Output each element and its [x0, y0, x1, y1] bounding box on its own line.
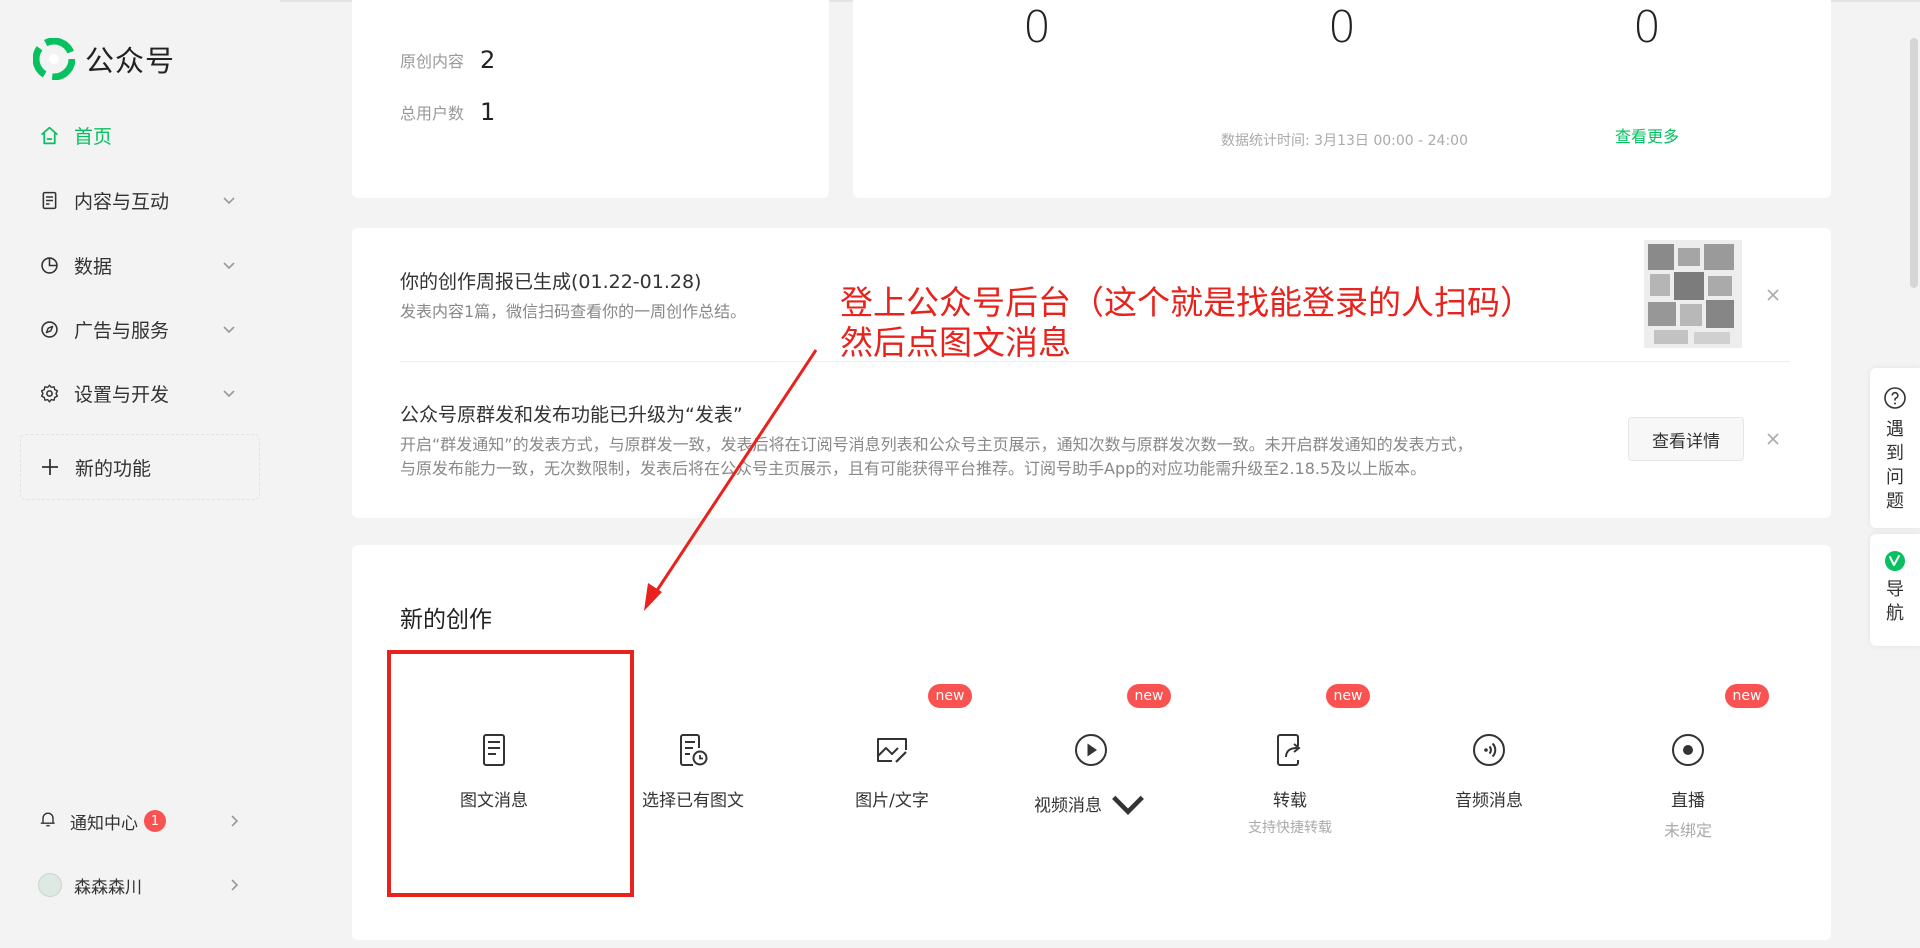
gear-icon — [38, 382, 60, 404]
play-icon — [1075, 734, 1107, 766]
data-overview-card: 0 0 0 数据统计时间: 3月13日 00:00 - 24:00 查看更多 — [853, 0, 1831, 198]
stat-label: 总用户数 — [400, 104, 465, 123]
chevron-down-icon — [223, 390, 235, 398]
sidebar-item-data[interactable]: 数据 — [38, 245, 243, 285]
sidebar-item-label: 内容与互动 — [74, 190, 170, 213]
new-badge: new — [1127, 684, 1171, 708]
create-label-text: 视频消息 — [1034, 796, 1102, 816]
close-icon[interactable] — [1765, 431, 1781, 447]
navigation-panel[interactable]: 导航 — [1870, 534, 1920, 646]
notice-desc: 发表内容1篇，微信扫码查看你的一周创作总结。 — [400, 302, 747, 321]
annotation-arrow — [644, 349, 818, 611]
annotation-highlight-box — [387, 650, 634, 897]
create-audio-button[interactable]: 音频消息 — [1414, 730, 1564, 811]
overview-number: 0 — [1023, 2, 1051, 53]
total-users-stat: 总用户数 1 — [400, 98, 495, 126]
create-label: 选择已有图文 — [642, 791, 744, 811]
new-badge: new — [928, 684, 972, 708]
user-profile[interactable]: 森森森川 — [38, 865, 243, 905]
select-existing-article-button[interactable]: 选择已有图文 — [618, 730, 768, 811]
notice-desc: 开启“群发通知”的发表方式，与原群发一致，发表后将在订阅号消息列表和公众号主页展… — [400, 435, 1473, 454]
sidebar-item-label: 首页 — [74, 125, 113, 148]
wechat-official-logo-icon — [33, 38, 75, 80]
stat-value: 2 — [480, 46, 496, 74]
notification-count-badge: 1 — [144, 810, 166, 832]
chevron-down-icon — [1112, 795, 1144, 815]
stats-time-note: 数据统计时间: 3月13日 00:00 - 24:00 — [1221, 133, 1468, 149]
view-more-link[interactable]: 查看更多 — [1615, 123, 1679, 147]
document-icon — [38, 189, 60, 211]
notice-title: 公众号原群发和发布功能已升级为“发表” — [400, 404, 743, 426]
home-icon — [38, 124, 60, 146]
compass-icon — [38, 318, 60, 340]
app-name: 公众号 — [85, 44, 176, 78]
sidebar-item-home[interactable]: 首页 — [38, 115, 243, 155]
new-function-button[interactable]: 新的功能 — [20, 434, 260, 500]
share-icon — [1277, 734, 1301, 766]
annotation-text: 登上公众号后台（这个就是找能登录的人扫码） 然后点图文消息 — [840, 283, 1533, 363]
avatar — [38, 873, 62, 897]
user-name: 森森森川 — [74, 877, 142, 898]
weekly-report-notice: 你的创作周报已生成(01.22-01.28) 发表内容1篇，微信扫码查看你的一周… — [400, 267, 746, 324]
create-live-button[interactable]: 直播 未绑定 — [1613, 730, 1763, 841]
question-icon — [1884, 387, 1906, 409]
new-function-label: 新的功能 — [75, 457, 152, 480]
chevron-down-icon — [223, 197, 235, 205]
document-clock-icon — [680, 734, 708, 766]
chevron-down-icon — [223, 262, 235, 270]
overview-number: 0 — [1633, 2, 1661, 53]
navigation-icon — [1885, 551, 1905, 571]
qr-code-image — [1644, 240, 1742, 348]
audio-icon — [1473, 734, 1505, 766]
live-icon — [1672, 734, 1704, 766]
sidebar: 公众号 首页 内容与互动 数据 广告与服务 设置与开发 新的功能 通知中心 1 … — [0, 0, 280, 948]
sidebar-item-label: 数据 — [74, 255, 113, 278]
notice-desc: 与原发布能力一致，无次数限制，发表后将在公众号主页展示，且有可能获得平台推荐。订… — [400, 459, 1427, 478]
sidebar-item-content[interactable]: 内容与互动 — [38, 180, 243, 220]
publish-upgrade-notice: 公众号原群发和发布功能已升级为“发表” 开启“群发通知”的发表方式，与原群发一致… — [400, 400, 1550, 481]
section-title: 新的创作 — [400, 607, 492, 633]
annotation-line: 然后点图文消息 — [840, 323, 1071, 362]
annotation-line: 登上公众号后台（这个就是找能登录的人扫码） — [840, 283, 1533, 322]
create-image-text-button[interactable]: 图片/文字 — [817, 730, 967, 811]
create-sublabel: 未绑定 — [1663, 821, 1712, 840]
sidebar-item-label: 广告与服务 — [74, 319, 170, 342]
chevron-right-icon — [231, 815, 239, 827]
app-logo[interactable]: 公众号 — [33, 38, 175, 80]
overview-number: 0 — [1328, 2, 1356, 53]
help-label: 遇到问题 — [1886, 419, 1904, 512]
create-label: 音频消息 — [1455, 791, 1523, 811]
plus-icon — [42, 459, 58, 475]
help-panel[interactable]: 遇到问题 — [1870, 368, 1920, 528]
sidebar-item-settings[interactable]: 设置与开发 — [38, 373, 243, 413]
create-sublabel: 支持快捷转载 — [1248, 820, 1332, 836]
notice-title: 你的创作周报已生成(01.22-01.28) — [400, 271, 702, 293]
stat-label: 原创内容 — [400, 52, 465, 71]
repost-button[interactable]: 转载 支持快捷转载 — [1215, 730, 1365, 837]
bell-icon — [38, 809, 58, 834]
create-label: 图片/文字 — [855, 791, 929, 811]
create-label: 转载 — [1273, 791, 1307, 811]
new-badge: new — [1725, 684, 1769, 708]
notification-center[interactable]: 通知中心 1 — [38, 801, 243, 841]
new-badge: new — [1326, 684, 1370, 708]
create-label: 直播 — [1671, 791, 1705, 811]
original-content-stat: 原创内容 2 — [400, 46, 495, 74]
chevron-down-icon — [223, 326, 235, 334]
navigation-label: 导航 — [1886, 579, 1904, 624]
close-icon[interactable] — [1765, 287, 1781, 303]
create-video-button[interactable]: 视频消息 — [1016, 730, 1166, 826]
sidebar-item-label: 设置与开发 — [74, 383, 170, 406]
chevron-right-icon — [231, 879, 239, 891]
stat-value: 1 — [480, 98, 496, 126]
notification-label: 通知中心 — [70, 813, 138, 834]
create-label: 视频消息 — [1016, 786, 1166, 826]
view-details-button[interactable]: 查看详情 — [1628, 417, 1744, 461]
image-icon — [877, 738, 907, 763]
scrollbar[interactable] — [1910, 38, 1918, 288]
account-stats-card: 原创内容 2 总用户数 1 — [352, 0, 829, 198]
pie-chart-icon — [38, 254, 60, 276]
sidebar-item-ads[interactable]: 广告与服务 — [38, 309, 243, 349]
